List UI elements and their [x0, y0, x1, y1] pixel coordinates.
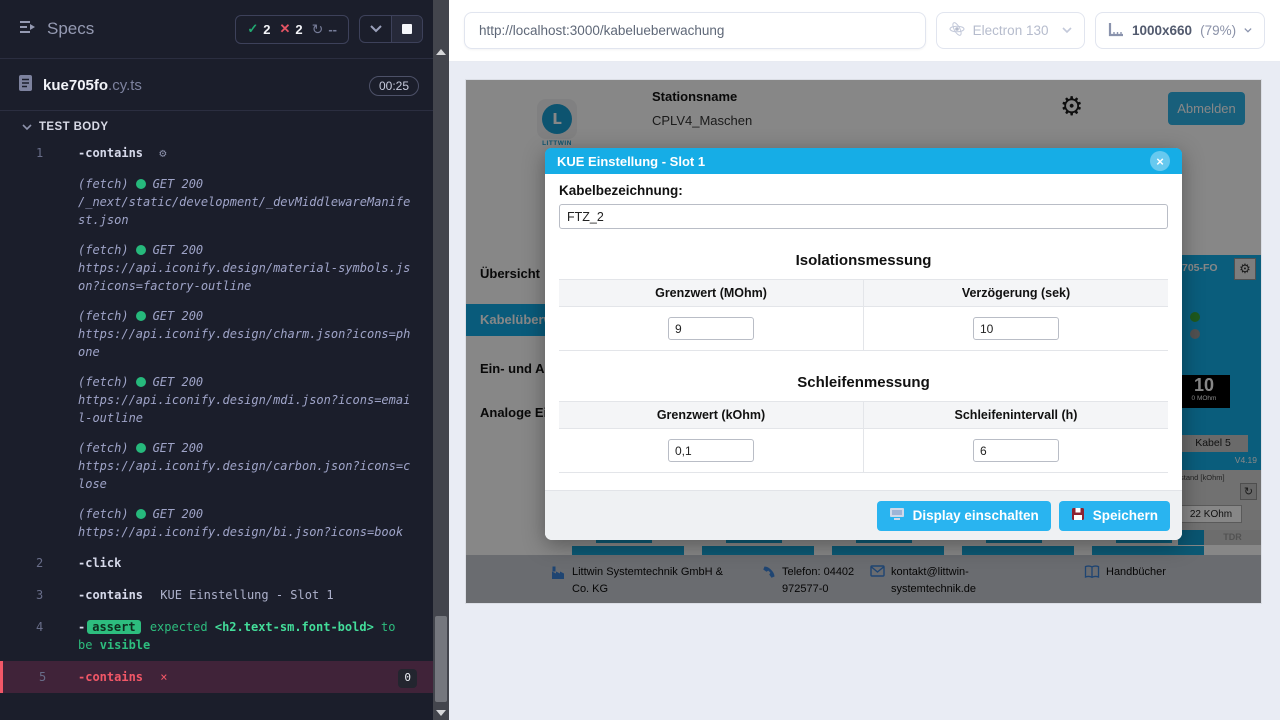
- command-log: 1 -contains ⚙ (fetch)GET 200 /_next/stat…: [0, 137, 433, 693]
- electron-icon: [949, 21, 965, 40]
- spec-timer: 00:25: [369, 76, 419, 96]
- status-dot-icon: [136, 179, 146, 189]
- modal-footer: Display einschalten Speichern: [545, 490, 1182, 540]
- column-header: Schleifenintervall (h): [864, 402, 1169, 429]
- fetch-log-entry[interactable]: (fetch)GET 200 https://api.iconify.desig…: [0, 367, 433, 433]
- kue-settings-modal: KUE Einstellung - Slot 1 × Kabelbezeichn…: [545, 148, 1182, 540]
- runner-controls: [359, 15, 423, 43]
- viewport-select[interactable]: 1000x660 (79%): [1095, 12, 1265, 49]
- specs-label: Specs: [47, 19, 94, 39]
- modal-title-bar: KUE Einstellung - Slot 1 ×: [545, 148, 1182, 174]
- loop-grenzwert-input[interactable]: [668, 439, 754, 462]
- close-icon[interactable]: ×: [1150, 151, 1170, 171]
- stop-button[interactable]: [391, 16, 422, 42]
- log-step-click[interactable]: 2 -click: [0, 547, 433, 579]
- url-text: http://localhost:3000/kabelueberwachung: [479, 23, 724, 38]
- url-bar[interactable]: http://localhost:3000/kabelueberwachung: [464, 12, 926, 49]
- spec-file-icon: [18, 74, 33, 97]
- ruler-icon: [1108, 22, 1124, 40]
- fail-x-icon: ✕: [279, 21, 290, 37]
- floppy-icon: [1071, 507, 1085, 524]
- browser-label: Electron 130: [973, 23, 1049, 38]
- status-dot-icon: [136, 443, 146, 453]
- iso-verzoegerung-input[interactable]: [973, 317, 1059, 340]
- viewport-size: 1000x660: [1132, 23, 1192, 38]
- log-step-contains-1[interactable]: 1 -contains ⚙: [0, 137, 433, 169]
- modal-title: KUE Einstellung - Slot 1: [557, 154, 705, 169]
- spec-extension: .cy.ts: [108, 77, 142, 94]
- stop-icon: [402, 24, 412, 34]
- column-header: Grenzwert (kOhm): [559, 402, 864, 429]
- status-dot-icon: [136, 377, 146, 387]
- specs-menu[interactable]: Specs: [18, 19, 94, 40]
- chevron-down-icon: [1062, 27, 1072, 34]
- reporter-header: Specs ✓2 ✕2 ↻--: [0, 0, 433, 58]
- display-on-button[interactable]: Display einschalten: [877, 501, 1051, 531]
- scrollbar-thumb[interactable]: [435, 616, 447, 702]
- status-dot-icon: [136, 245, 146, 255]
- spec-name: kue705fo: [43, 77, 108, 94]
- column-header: Grenzwert (MOhm): [559, 280, 864, 307]
- stat-pending: ↻--: [312, 21, 337, 38]
- scroll-down-arrow[interactable]: [433, 706, 449, 720]
- viewport-zoom: (79%): [1200, 23, 1236, 38]
- isolation-heading: Isolationsmessung: [559, 252, 1168, 269]
- iso-grenzwert-input[interactable]: [668, 317, 754, 340]
- cable-name-input[interactable]: [559, 204, 1168, 229]
- loop-heading: Schleifenmessung: [559, 374, 1168, 391]
- loop-intervall-input[interactable]: [973, 439, 1059, 462]
- loop-table: Grenzwert (kOhm) Schleifenintervall (h): [559, 401, 1168, 473]
- pending-icon: ↻: [312, 21, 324, 38]
- log-step-contains-3[interactable]: 3 -contains KUE Einstellung - Slot 1: [0, 579, 433, 611]
- browser-select[interactable]: Electron 130: [936, 12, 1085, 49]
- chevron-down-icon: [1244, 27, 1252, 34]
- reporter-scrollbar[interactable]: [433, 0, 449, 720]
- assert-badge: assert: [87, 620, 140, 634]
- chevron-down-icon: [22, 124, 32, 131]
- stat-failed: ✕2: [279, 21, 302, 37]
- monitor-icon: [889, 507, 905, 524]
- collapse-button[interactable]: [360, 16, 391, 42]
- status-dot-icon: [136, 311, 146, 321]
- spec-file-row[interactable]: kue705fo.cy.ts 00:25: [0, 59, 433, 110]
- gear-icon: ⚙: [159, 146, 166, 160]
- status-dot-icon: [136, 509, 146, 519]
- cable-name-label: Kabelbezeichnung:: [559, 183, 1168, 198]
- fail-count-badge: 0: [398, 669, 417, 688]
- log-step-assert[interactable]: 4 -assert expected <h2.text-sm.font-bold…: [0, 611, 433, 661]
- fetch-log-entry[interactable]: (fetch)GET 200 https://api.iconify.desig…: [0, 301, 433, 367]
- save-button[interactable]: Speichern: [1059, 501, 1170, 531]
- column-header: Verzögerung (sek): [864, 280, 1169, 307]
- fetch-log-entry[interactable]: (fetch)GET 200 https://api.iconify.desig…: [0, 433, 433, 499]
- fetch-log-entry[interactable]: (fetch)GET 200 https://api.iconify.desig…: [0, 499, 433, 547]
- fetch-log-entry[interactable]: (fetch)GET 200 /_next/static/development…: [0, 169, 433, 235]
- log-step-contains-failed[interactable]: 5 -contains × 0: [0, 661, 433, 693]
- stat-passed: ✓2: [247, 21, 270, 37]
- runner-top-bar: http://localhost:3000/kabelueberwachung …: [449, 0, 1280, 62]
- check-icon: ✓: [247, 21, 258, 37]
- isolation-table: Grenzwert (MOhm) Verzögerung (sek): [559, 279, 1168, 351]
- test-body-toggle[interactable]: TEST BODY: [0, 111, 433, 137]
- scroll-up-arrow[interactable]: [433, 45, 449, 59]
- test-stats: ✓2 ✕2 ↻--: [235, 15, 349, 44]
- fetch-log-entry[interactable]: (fetch)GET 200 https://api.iconify.desig…: [0, 235, 433, 301]
- chevron-down-icon: [370, 25, 382, 33]
- cypress-reporter: Specs ✓2 ✕2 ↻-- kue705fo.cy.ts: [0, 0, 449, 720]
- specs-icon: [18, 19, 38, 40]
